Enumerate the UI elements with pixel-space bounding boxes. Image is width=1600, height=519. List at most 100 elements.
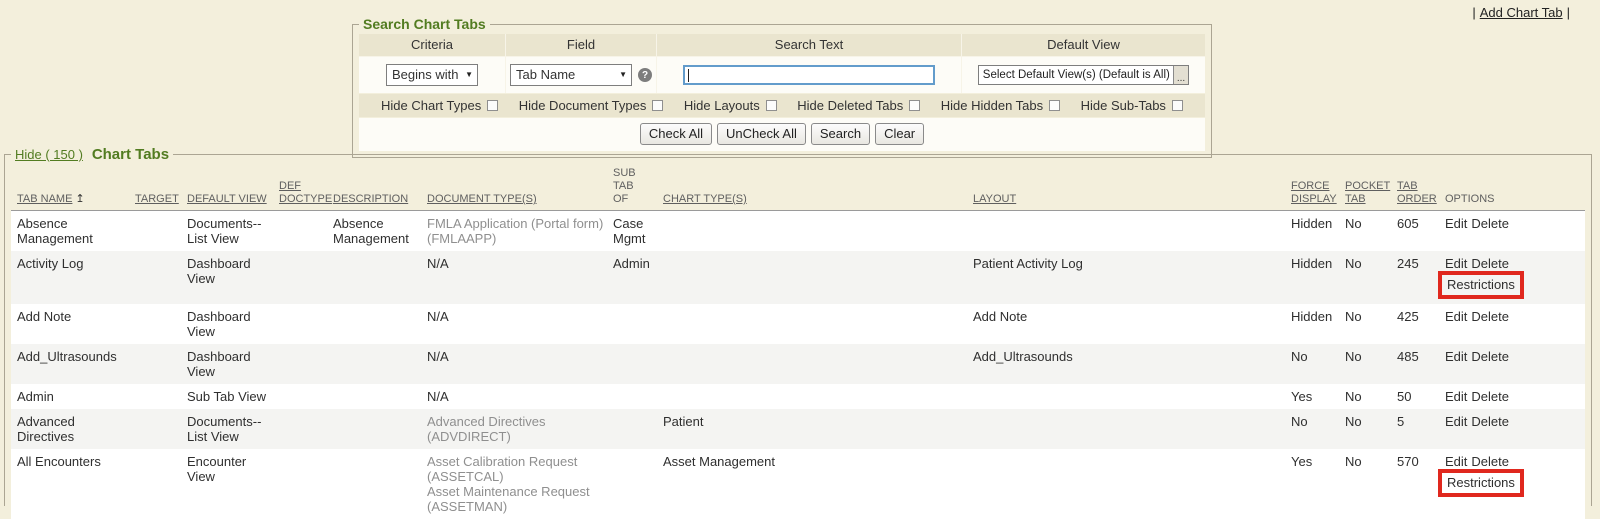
cell-document_types: N/A — [427, 304, 613, 344]
cell-def_doctype — [279, 344, 333, 384]
delete-link[interactable]: Delete — [1471, 389, 1509, 404]
checkbox[interactable] — [487, 100, 498, 111]
check-all-button[interactable]: Check All — [640, 123, 712, 145]
cell-force_display: No — [1291, 409, 1345, 449]
cell-tab_order: 5 — [1397, 409, 1445, 449]
cell-tab_name: Add_Ultrasounds — [11, 344, 135, 384]
col-header-tab_order[interactable]: TAB ORDER — [1397, 165, 1445, 211]
cell-pocket_tab: No — [1345, 304, 1397, 344]
col-header-layout[interactable]: LAYOUT — [973, 165, 1291, 211]
chart-tabs-table: TAB NAME↥TARGETDEFAULT VIEWDEF DOCTYPEDE… — [11, 165, 1585, 519]
cell-def_doctype — [279, 304, 333, 344]
col-header-sub_tab_of: SUB TAB OF — [613, 165, 663, 211]
pipe-left: | — [1472, 5, 1475, 20]
delete-link[interactable]: Delete — [1471, 256, 1509, 271]
cell-def_doctype — [279, 251, 333, 304]
cell-sub_tab_of — [613, 384, 663, 409]
col-header-document_types[interactable]: DOCUMENT TYPE(S) — [427, 165, 613, 211]
chart-tabs-panel: Hide ( 150 ) Chart Tabs TAB NAME↥TARGETD… — [4, 146, 1592, 506]
checkbox[interactable] — [1049, 100, 1060, 111]
cell-tab_order: 50 — [1397, 384, 1445, 409]
cell-description — [333, 344, 427, 384]
cell-options: Edit Delete — [1445, 344, 1585, 384]
col-header-options: OPTIONS — [1445, 165, 1585, 211]
search-criteria-grid: Criteria Field Search Text Default View … — [359, 34, 1205, 93]
hide-count-link[interactable]: Hide ( 150 ) — [15, 147, 83, 162]
edit-link[interactable]: Edit — [1445, 256, 1467, 271]
edit-link[interactable]: Edit — [1445, 454, 1467, 469]
edit-link[interactable]: Edit — [1445, 309, 1467, 324]
cell-chart_types — [663, 251, 973, 304]
col-header-force_display[interactable]: FORCE DISPLAY — [1291, 165, 1345, 211]
col-header-def_doctype[interactable]: DEF DOCTYPE — [279, 165, 333, 211]
col-header-tab_name[interactable]: TAB NAME↥ — [11, 165, 135, 211]
checkbox-label: Hide Deleted Tabs — [797, 98, 903, 113]
browse-ellipsis-button[interactable]: ... — [1173, 66, 1188, 84]
checkbox[interactable] — [652, 100, 663, 111]
cell-layout: Add_Ultrasounds — [973, 344, 1291, 384]
text-caret — [688, 69, 689, 82]
table-row: All EncountersEncounter ViewAsset Calibr… — [11, 449, 1585, 519]
checkbox-label: Hide Chart Types — [381, 98, 481, 113]
cell-options: Edit Delete — [1445, 304, 1585, 344]
col-header-default_view[interactable]: DEFAULT VIEW — [187, 165, 279, 211]
delete-link[interactable]: Delete — [1471, 309, 1509, 324]
cell-options: EditDeleteRestrictions — [1445, 449, 1585, 519]
delete-link[interactable]: Delete — [1471, 454, 1509, 469]
cell-default_view: Dashboard View — [187, 304, 279, 344]
cell-pocket_tab: No — [1345, 384, 1397, 409]
cell-pocket_tab: No — [1345, 251, 1397, 304]
default-view-select[interactable]: Select Default View(s) (Default is All) … — [978, 65, 1189, 85]
edit-link[interactable]: Edit — [1445, 216, 1467, 231]
cell-pocket_tab: No — [1345, 409, 1397, 449]
hide-filter-item: Hide Deleted Tabs — [797, 98, 920, 113]
cell-description — [333, 384, 427, 409]
delete-link[interactable]: Delete — [1471, 349, 1509, 364]
cell-default_view: Dashboard View — [187, 344, 279, 384]
field-select[interactable]: Tab Name ▼ — [510, 64, 632, 86]
cell-chart_types — [663, 344, 973, 384]
cell-tab_order: 485 — [1397, 344, 1445, 384]
cell-chart_types — [663, 211, 973, 252]
restrictions-link[interactable]: Restrictions — [1438, 271, 1524, 299]
search-button[interactable]: Search — [811, 123, 870, 145]
cell-def_doctype — [279, 409, 333, 449]
search-text-input[interactable] — [683, 65, 935, 85]
cell-layout — [973, 384, 1291, 409]
col-header-chart_types[interactable]: CHART TYPE(S) — [663, 165, 973, 211]
cell-default_view: Documents-- List View — [187, 409, 279, 449]
col-header-description[interactable]: DESCRIPTION — [333, 165, 427, 211]
hide-filter-item: Hide Hidden Tabs — [941, 98, 1060, 113]
edit-link[interactable]: Edit — [1445, 389, 1467, 404]
checkbox[interactable] — [1172, 100, 1183, 111]
hide-filters-band: Hide Chart TypesHide Document TypesHide … — [359, 94, 1205, 117]
delete-link[interactable]: Delete — [1471, 414, 1509, 429]
field-column-header: Field — [506, 34, 656, 56]
uncheck-all-button[interactable]: UnCheck All — [717, 123, 806, 145]
edit-link[interactable]: Edit — [1445, 349, 1467, 364]
cell-tab_name: Advanced Directives — [11, 409, 135, 449]
table-header-row: TAB NAME↥TARGETDEFAULT VIEWDEF DOCTYPEDE… — [11, 165, 1585, 211]
table-row: Add_UltrasoundsDashboard ViewN/AAdd_Ultr… — [11, 344, 1585, 384]
criteria-select[interactable]: Begins with ▼ — [386, 64, 478, 86]
col-header-target[interactable]: TARGET — [135, 165, 187, 211]
cell-layout — [973, 211, 1291, 252]
cell-options: Edit Delete — [1445, 384, 1585, 409]
checkbox[interactable] — [909, 100, 920, 111]
edit-link[interactable]: Edit — [1445, 414, 1467, 429]
dropdown-arrow-icon: ▼ — [619, 70, 627, 79]
checkbox[interactable] — [766, 100, 777, 111]
cell-layout: Patient Activity Log — [973, 251, 1291, 304]
cell-pocket_tab: No — [1345, 344, 1397, 384]
cell-layout — [973, 409, 1291, 449]
help-icon[interactable]: ? — [638, 68, 652, 82]
clear-button[interactable]: Clear — [875, 123, 924, 145]
cell-tab_name: Add Note — [11, 304, 135, 344]
cell-chart_types — [663, 384, 973, 409]
delete-link[interactable]: Delete — [1471, 216, 1509, 231]
add-chart-tab-link[interactable]: Add Chart Tab — [1480, 5, 1563, 20]
criteria-select-value: Begins with — [392, 67, 458, 82]
restrictions-link[interactable]: Restrictions — [1438, 469, 1524, 497]
col-header-pocket_tab[interactable]: POCKET TAB — [1345, 165, 1397, 211]
cell-force_display: No — [1291, 344, 1345, 384]
